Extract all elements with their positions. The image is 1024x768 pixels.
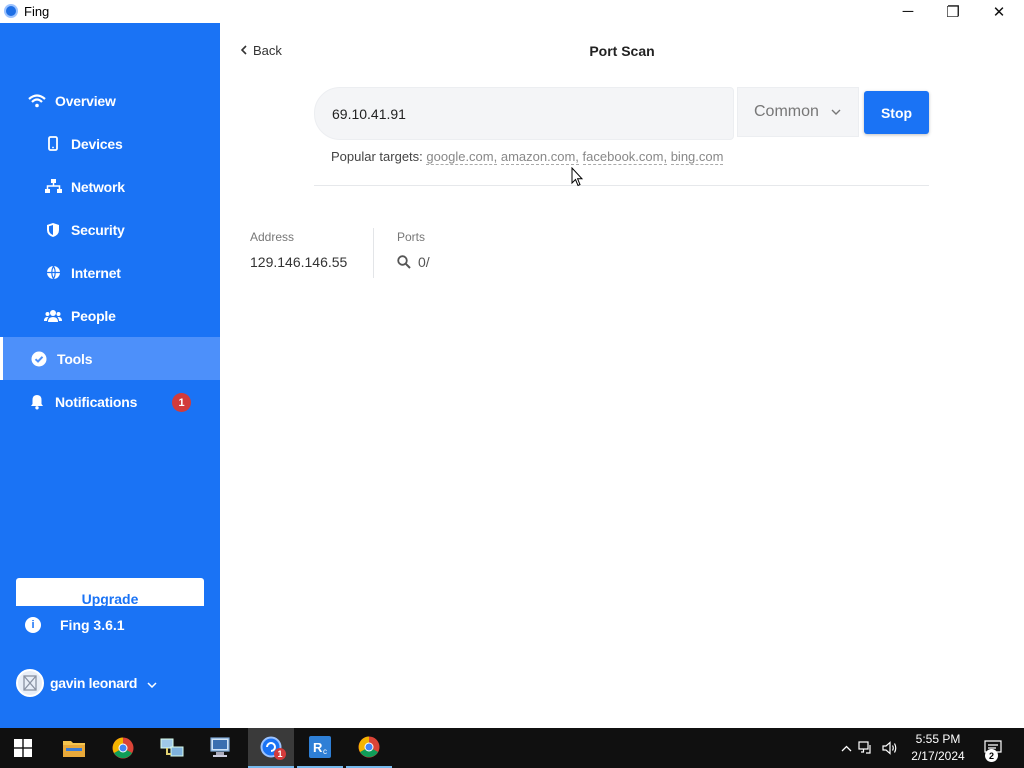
popular-target-link[interactable]: amazon.com, [500, 149, 579, 165]
sidebar-item-label: Network [71, 178, 125, 195]
sidebar-item-security[interactable]: Security [0, 208, 220, 251]
clock[interactable]: 5:55 PM 2/17/2024 [902, 731, 974, 765]
network-tool-icon [160, 738, 184, 757]
computer-icon [210, 737, 230, 757]
fing-app-icon [4, 4, 18, 18]
minimize-button[interactable]: ─ [885, 0, 931, 23]
version-info[interactable]: i Fing 3.6.1 [25, 617, 125, 633]
sidebar-item-label: Internet [71, 264, 121, 281]
system-tray [838, 728, 902, 768]
popular-target-link[interactable]: facebook.com, [582, 149, 668, 165]
windows-icon [14, 739, 32, 757]
ports-value-row: 0/ [397, 254, 430, 270]
chevron-up-icon[interactable] [838, 745, 854, 752]
people-icon [43, 306, 63, 326]
svg-text:R: R [313, 740, 323, 755]
taskbar-network-tool[interactable] [149, 728, 195, 768]
taskbar-chrome-2[interactable] [346, 728, 392, 768]
user-menu[interactable]: gavin leonard [16, 669, 157, 697]
phone-icon [43, 134, 63, 154]
svg-text:c: c [323, 747, 327, 756]
scan-mode-select[interactable]: Common [737, 87, 859, 137]
clock-time: 5:55 PM [915, 732, 961, 746]
rc-icon: Rc [309, 736, 331, 758]
close-button[interactable]: ✕ [976, 0, 1022, 23]
folder-icon [63, 741, 85, 757]
sidebar-item-network[interactable]: Network [0, 165, 220, 208]
sidebar-item-label: Tools [57, 350, 93, 367]
popular-targets-label: Popular targets: [331, 149, 423, 164]
sidebar-item-internet[interactable]: Internet [0, 251, 220, 294]
network-icon [43, 177, 63, 197]
taskbar-remote-desktop[interactable] [198, 728, 244, 768]
sidebar: Overview Devices Network Security Intern… [0, 23, 220, 728]
window-title: Fing [24, 4, 50, 19]
user-name: gavin leonard [50, 675, 138, 691]
chrome-icon [358, 736, 380, 758]
upgrade-button[interactable]: Upgrade [16, 578, 204, 606]
search-icon [397, 255, 411, 269]
volume-icon[interactable] [878, 741, 902, 755]
info-icon: i [25, 617, 41, 633]
sidebar-item-overview[interactable]: Overview [0, 79, 220, 122]
sidebar-item-people[interactable]: People [0, 294, 220, 337]
sidebar-item-label: Overview [55, 92, 116, 109]
title-bar: Fing ─ ❐ ✕ [0, 0, 1024, 23]
avatar [16, 669, 44, 697]
popular-target-link[interactable]: bing.com [670, 149, 724, 165]
stop-button[interactable]: Stop [864, 91, 929, 134]
target-value: 69.10.41.91 [332, 105, 406, 122]
wifi-icon [27, 91, 47, 111]
popular-target-link[interactable]: google.com, [426, 149, 498, 165]
sidebar-item-label: Security [71, 221, 125, 238]
bell-icon [27, 392, 47, 412]
start-button[interactable] [0, 728, 46, 768]
network-status-icon[interactable] [854, 741, 878, 755]
mouse-cursor-icon [571, 167, 583, 187]
clock-date: 2/17/2024 [911, 749, 965, 763]
check-circle-icon [29, 349, 49, 369]
taskbar-file-explorer[interactable] [51, 728, 97, 768]
taskbar: 1 Rc 5:55 PM 2/17/2024 2 [0, 728, 1024, 768]
sidebar-item-label: People [71, 307, 116, 324]
chrome-icon [112, 737, 134, 759]
notification-count-badge: 2 [985, 749, 998, 762]
shield-icon [43, 220, 63, 240]
popular-targets: Popular targets: google.com, amazon.com,… [331, 149, 724, 165]
sidebar-item-label: Notifications [55, 393, 138, 410]
version-label: Fing 3.6.1 [60, 617, 125, 633]
taskbar-remote-app[interactable]: Rc [297, 728, 343, 768]
ports-label: Ports [397, 230, 426, 244]
address-label: Address [250, 230, 295, 244]
address-value: 129.146.146.55 [250, 254, 348, 270]
action-center-button[interactable]: 2 [970, 728, 1016, 768]
divider [373, 228, 374, 278]
globe-icon [43, 263, 63, 283]
restore-button[interactable]: ❐ [930, 0, 976, 23]
sidebar-item-label: Devices [71, 135, 123, 152]
chevron-down-icon [831, 106, 841, 118]
taskbar-badge: 1 [274, 748, 286, 760]
ports-value: 0/ [418, 254, 430, 270]
target-input[interactable]: 69.10.41.91 [314, 87, 734, 140]
sidebar-item-tools[interactable]: Tools [0, 337, 220, 380]
divider [314, 185, 929, 186]
sidebar-item-notifications[interactable]: Notifications 1 [0, 380, 220, 423]
taskbar-fing[interactable]: 1 [248, 728, 294, 768]
chevron-down-icon [147, 675, 157, 691]
page-title: Port Scan [589, 43, 655, 59]
main-content: Back Port Scan 69.10.41.91 Common Stop P… [220, 23, 1024, 728]
scan-mode-value: Common [754, 103, 819, 120]
sidebar-item-devices[interactable]: Devices [0, 122, 220, 165]
taskbar-chrome[interactable] [100, 728, 146, 768]
notification-badge: 1 [172, 393, 191, 412]
